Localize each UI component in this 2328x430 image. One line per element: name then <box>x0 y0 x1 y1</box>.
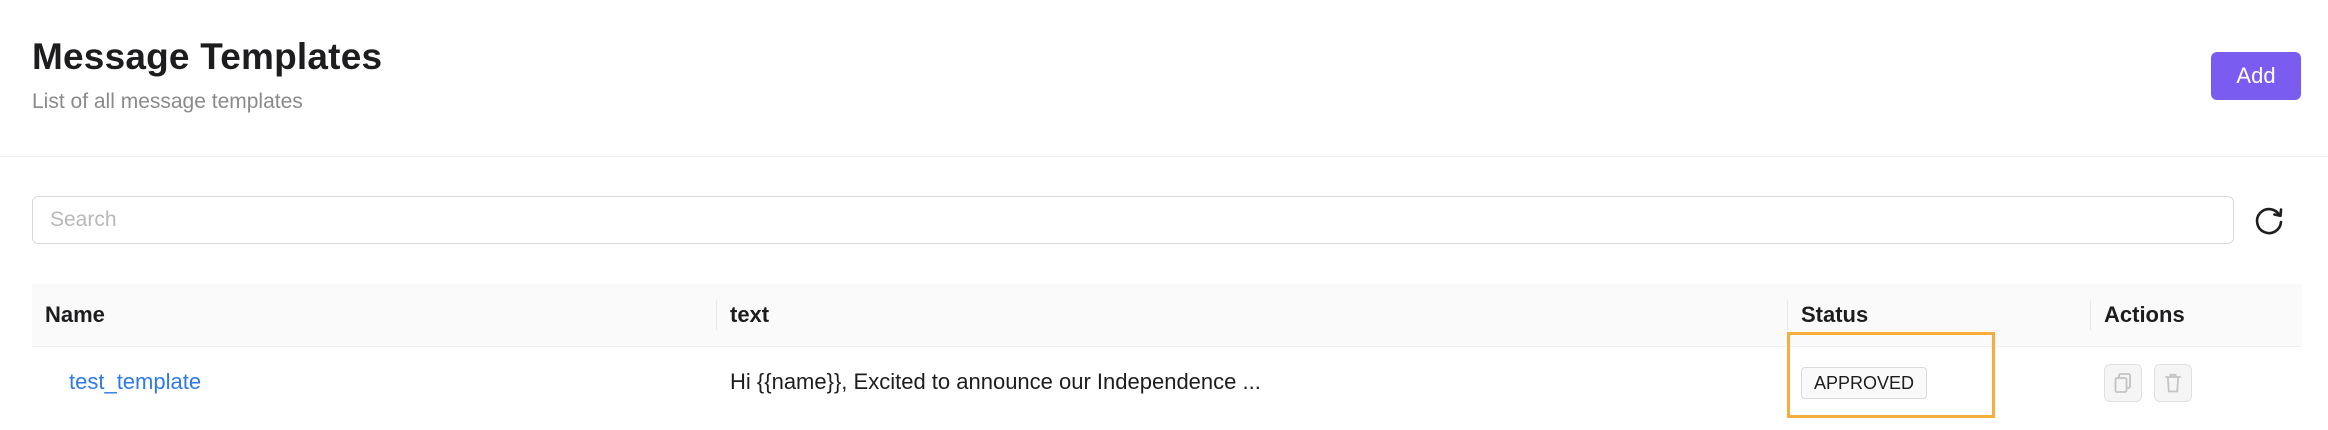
refresh-button[interactable] <box>2250 202 2288 240</box>
copy-icon <box>2114 373 2131 393</box>
page-subtitle: List of all message templates <box>32 90 303 113</box>
page-title: Message Templates <box>32 36 383 77</box>
page-header: Message Templates List of all message te… <box>0 0 2328 157</box>
template-name-link[interactable]: test_template <box>69 369 201 394</box>
search-input[interactable] <box>33 197 2233 243</box>
refresh-icon <box>2255 207 2283 235</box>
add-template-button[interactable]: Add <box>2211 52 2301 100</box>
template-text-cell: Hi {{name}}, Excited to announce our Ind… <box>730 369 1261 394</box>
column-header-name[interactable]: Name <box>45 284 105 346</box>
column-header-text[interactable]: text <box>730 284 769 346</box>
status-highlight-box <box>1787 332 1995 418</box>
copy-button[interactable] <box>2104 364 2142 402</box>
trash-icon <box>2165 373 2181 393</box>
column-header-actions: Actions <box>2104 302 2185 327</box>
delete-button[interactable] <box>2154 364 2192 402</box>
column-divider <box>2090 300 2091 330</box>
template-name-cell: test_template <box>69 347 201 417</box>
templates-table: Name text Status Actions test_template H… <box>32 284 2302 430</box>
search-field <box>32 196 2234 244</box>
column-divider <box>1787 300 1788 330</box>
column-divider <box>716 300 717 330</box>
